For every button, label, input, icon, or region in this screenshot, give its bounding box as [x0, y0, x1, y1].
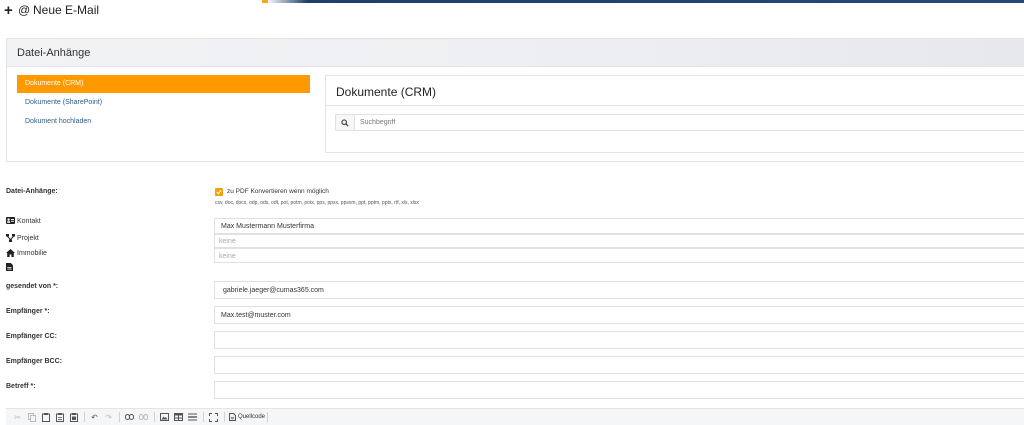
sent-from-select[interactable]: gabriele.jaeger@cumas365.com [214, 281, 1024, 299]
contact-card-icon [6, 217, 15, 225]
to-field[interactable]: Max.test@muster.com [214, 306, 1024, 324]
maximize-icon[interactable] [208, 412, 219, 423]
project-placeholder: keine [219, 238, 236, 245]
cc-field[interactable] [214, 331, 1024, 349]
paste-word-icon[interactable] [68, 412, 79, 423]
subject-label: Betreff *: [6, 383, 36, 390]
search-input[interactable] [360, 116, 1020, 129]
attachments-source-nav: Dokumente (CRM) Dokumente (SharePoint) D… [17, 75, 310, 132]
contact-field[interactable]: Max Mustermann Musterfirma [214, 218, 1024, 234]
contact-label: Kontakt [17, 217, 41, 225]
documents-title: Dokumente (CRM) [336, 85, 437, 99]
project-icon [6, 234, 15, 242]
source-code-icon [229, 413, 236, 421]
pdf-convert-checkbox[interactable] [215, 188, 223, 196]
editor-toolbar: ✂ ↶ ↷ Quellcode [6, 408, 1024, 425]
source-code-button[interactable]: Quellcode [229, 413, 265, 421]
document-relation-label [6, 263, 17, 271]
search-button[interactable] [336, 115, 355, 130]
undo-icon[interactable]: ↶ [89, 412, 100, 423]
search-icon [341, 118, 349, 127]
nav-item-upload-document[interactable]: Dokument hochladen [17, 113, 310, 131]
property-field[interactable]: keine [214, 248, 1024, 263]
image-icon[interactable] [159, 412, 170, 423]
property-placeholder: keine [219, 253, 236, 260]
property-label: Immobilie [17, 249, 47, 257]
page-header: + @ Neue E-Mail [0, 2, 1024, 20]
toolbar-divider [119, 412, 120, 422]
to-value: Max.test@muster.com [221, 312, 291, 319]
link-icon[interactable] [124, 412, 135, 423]
redo-icon[interactable]: ↷ [103, 412, 114, 423]
divider [326, 105, 1024, 106]
attachments-panel-title: Datei-Anhänge [17, 47, 91, 59]
source-code-label: Quellcode [238, 414, 266, 420]
supported-formats-text: csv, doc, docx, odp, ods, odt, pot, potm… [215, 200, 419, 206]
unlink-icon[interactable] [138, 412, 149, 423]
paste-text-icon[interactable] [54, 412, 65, 423]
to-label: Empfänger *: [6, 308, 50, 315]
toolbar-divider [203, 412, 204, 422]
project-field[interactable]: keine [214, 234, 1024, 248]
nav-item-documents-sharepoint[interactable]: Dokumente (SharePoint) [17, 94, 310, 112]
contact-value: Max Mustermann Musterfirma [221, 223, 314, 230]
document-search [335, 114, 1024, 131]
cc-label: Empfänger CC: [6, 333, 57, 340]
attachments-panel-header: Datei-Anhänge [7, 39, 1024, 67]
nav-item-documents-crm[interactable]: Dokumente (CRM) [17, 75, 310, 93]
attachments-panel: Datei-Anhänge Dokumente (CRM) Dokumente … [6, 38, 1024, 162]
page-title: Neue E-Mail [33, 3, 100, 17]
contact-relation-label: Kontakt [6, 217, 41, 225]
at-icon: @ [18, 3, 31, 17]
checkmark-icon [216, 189, 222, 195]
sent-from-label: gesendet von *: [6, 283, 59, 290]
bcc-field[interactable] [214, 356, 1024, 374]
toolbar-divider [267, 412, 269, 422]
table-icon[interactable] [173, 412, 184, 423]
property-relation-label: Immobilie [6, 249, 47, 257]
attachments-label: Datei-Anhänge: [6, 188, 58, 195]
document-icon [6, 263, 15, 271]
documents-crm-box: Dokumente (CRM) [325, 75, 1024, 153]
copy-icon[interactable] [26, 412, 37, 423]
toolbar-divider [224, 412, 225, 422]
horizontal-line-icon[interactable] [187, 412, 198, 423]
toolbar-divider [84, 412, 85, 422]
cut-icon[interactable]: ✂ [12, 412, 23, 423]
sent-from-value: gabriele.jaeger@cumas365.com [223, 287, 324, 294]
home-icon [6, 249, 15, 257]
paste-icon[interactable] [40, 412, 51, 423]
project-relation-label: Projekt [6, 234, 39, 242]
plus-icon: + [4, 2, 13, 19]
project-label: Projekt [17, 234, 39, 242]
pdf-convert-label: zu PDF Konvertieren wenn möglich [227, 188, 329, 195]
toolbar-divider [154, 412, 155, 422]
subject-field[interactable] [214, 381, 1024, 399]
bcc-label: Empfänger BCC: [6, 358, 63, 365]
